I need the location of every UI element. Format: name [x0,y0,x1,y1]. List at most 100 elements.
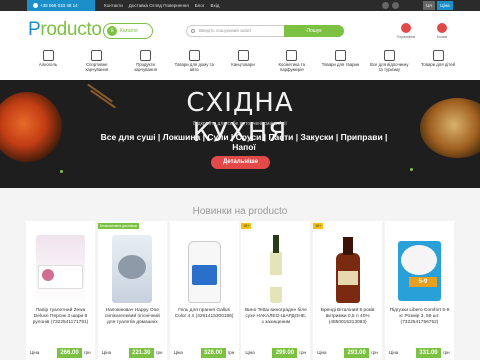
herb-decoration [60,170,63,173]
bottle-icon [42,50,54,61]
category-food[interactable]: Продукти харчування [125,50,167,78]
price-label: Ціна [173,350,183,355]
currency: грн [84,350,91,355]
compare-icon [401,23,411,33]
price-value: 221.30 [128,348,154,358]
product-card[interactable]: 5-9 Підгузки Libero Comfort 5-9 кг Розмі… [384,221,454,360]
promo-banner[interactable]: СХІДНА КУХНЯ Відкрийте для себе витончен… [0,80,480,188]
product-image[interactable] [251,235,300,305]
price-value: 326.00 [200,348,226,358]
chopsticks-image [87,83,113,103]
price-label: Ціна [101,350,112,355]
category-cosmetics[interactable]: Косметика та парфумерія [271,50,313,78]
price-label: Ціна [388,350,399,355]
product-name[interactable]: Вино Tettai виноградне біле сухе НАКАЛЕО… [244,308,307,326]
home-icon [188,50,200,61]
cart-label: Кошик [436,35,448,39]
product-name[interactable]: Папір туалетний Zewa Deluxe Персик 3 шар… [29,308,92,326]
free-delivery-badge: Безкоштовна доставка [97,223,139,229]
banner-more-button[interactable]: Детальніше [211,156,270,169]
product-image[interactable]: 5-9 [395,235,444,305]
food-bowl-image [420,98,480,158]
top-link-login[interactable]: Вхід [211,0,220,11]
price-label: Ціна [317,350,327,355]
price-label: Ціна [245,350,255,355]
search-button[interactable]: Пошук [284,25,344,37]
price-value: 299.00 [272,348,298,358]
product-name[interactable]: Наповнювач Happy One силікагелевий гігіє… [101,308,164,326]
site-logo[interactable]: Producto [28,19,102,41]
phone-icon [33,3,38,9]
top-links: Контакти Доставка Огляд Повернення Блог … [104,0,219,11]
category-pets[interactable]: Товари для тварин [320,50,362,78]
instagram-icon[interactable] [392,2,399,9]
baby-icon [432,50,444,61]
top-bar: +38 068 033 48 14 Контакти Доставка Огля… [0,0,480,11]
product-card[interactable]: Папір туалетний Zewa Deluxe Персик 3 шар… [26,221,95,360]
product-card[interactable]: 18+ Бренді Віталіний 5 років витримки 0,… [313,221,383,360]
dumbbell-icon [91,50,103,61]
top-link-contacts[interactable]: Контакти [104,0,123,11]
category-nav: Алкоголь Спортивне харчування Продукти х… [27,50,459,78]
price-row: Ціна 299.00 грн [244,348,307,358]
header: Producto ≡ Каталог Введіть пошуковий зап… [0,11,480,51]
category-sport-nutrition[interactable]: Спортивне харчування [76,50,118,78]
tent-icon [383,50,395,61]
price-value: 293.00 [344,348,370,358]
search-placeholder: Введіть пошуковий запит [199,28,252,33]
category-kids[interactable]: Товари для дітей [417,50,459,78]
herb-decoration [410,168,413,171]
product-image[interactable] [180,235,229,305]
age-restriction-badge: 18+ [241,223,252,229]
price-label: Ціна [30,350,40,355]
price-row: Ціна 326.00 грн [173,348,236,358]
search-input[interactable]: Введіть пошуковий запит [186,25,284,37]
category-alcohol[interactable]: Алкоголь [27,50,69,78]
currency: грн [442,350,450,355]
menu-icon: ≡ [107,26,117,36]
food-bowl-image [0,92,62,162]
lang-price[interactable]: Ціна [437,1,453,10]
phone-contact[interactable]: +38 068 033 48 14 [27,0,95,11]
banner-categories: Все для суші | Локшина | Супи | Соуси | … [100,132,388,152]
product-image[interactable] [36,235,85,305]
price-value: 266.00 [57,348,82,358]
basket-icon [140,50,151,61]
banner-subtitle: Відкрийте для себе витончені смаки Азії [193,121,287,127]
product-image[interactable] [108,235,157,305]
currency: грн [155,350,163,355]
cosmetics-icon [286,50,298,61]
product-name[interactable]: Бренді Віталіний 5 років витримки 0,5 л … [316,308,379,326]
product-card[interactable]: 18+ Вино Tettai виноградне біле сухе НАК… [241,221,311,360]
category-tourism[interactable]: Все для відпочинку та туризму [368,50,410,78]
catalog-button[interactable]: ≡ Каталог [103,23,153,39]
pencil-icon [237,50,249,61]
product-card[interactable]: Гель для прання Gallus Color 4 л (425141… [169,221,239,360]
product-card[interactable]: Безкоштовна доставка Наповнювач Happy On… [97,221,167,360]
phone-number: +38 068 033 48 14 [40,3,78,8]
search-icon [191,29,195,33]
cart-link[interactable]: Кошик [432,23,452,39]
top-link-delivery[interactable]: Доставка Огляд Повернення [129,0,189,11]
category-home-auto[interactable]: Товари для дому та авто [173,50,215,78]
facebook-icon[interactable] [382,2,389,9]
product-name[interactable]: Підгузки Libero Comfort 5-9 кг Розмір 3,… [388,308,451,326]
currency: грн [371,350,378,355]
paw-icon [335,50,346,61]
price-row: Ціна 221.30 грн [101,348,164,358]
product-list: Папір туалетний Zewa Deluxe Персик 3 шар… [26,221,454,360]
category-stationery[interactable]: Канцтовари [222,50,264,78]
age-restriction-badge: 18+ [313,223,324,229]
product-image[interactable] [323,235,372,305]
top-link-blog[interactable]: Блог [195,0,205,11]
catalog-label: Каталог [120,28,139,34]
product-name[interactable]: Гель для прання Gallus Color 4 л (425141… [173,308,236,320]
price-row: Ціна 266.00 грн [29,348,92,358]
compare-link[interactable]: Порівняння [396,23,416,39]
currency: грн [227,350,235,355]
cart-icon [437,23,447,33]
compare-label: Порівняння [396,35,416,39]
section-title: Новинки на producto [192,206,288,217]
currency: грн [299,350,307,355]
lang-ua[interactable]: UA [423,1,436,10]
